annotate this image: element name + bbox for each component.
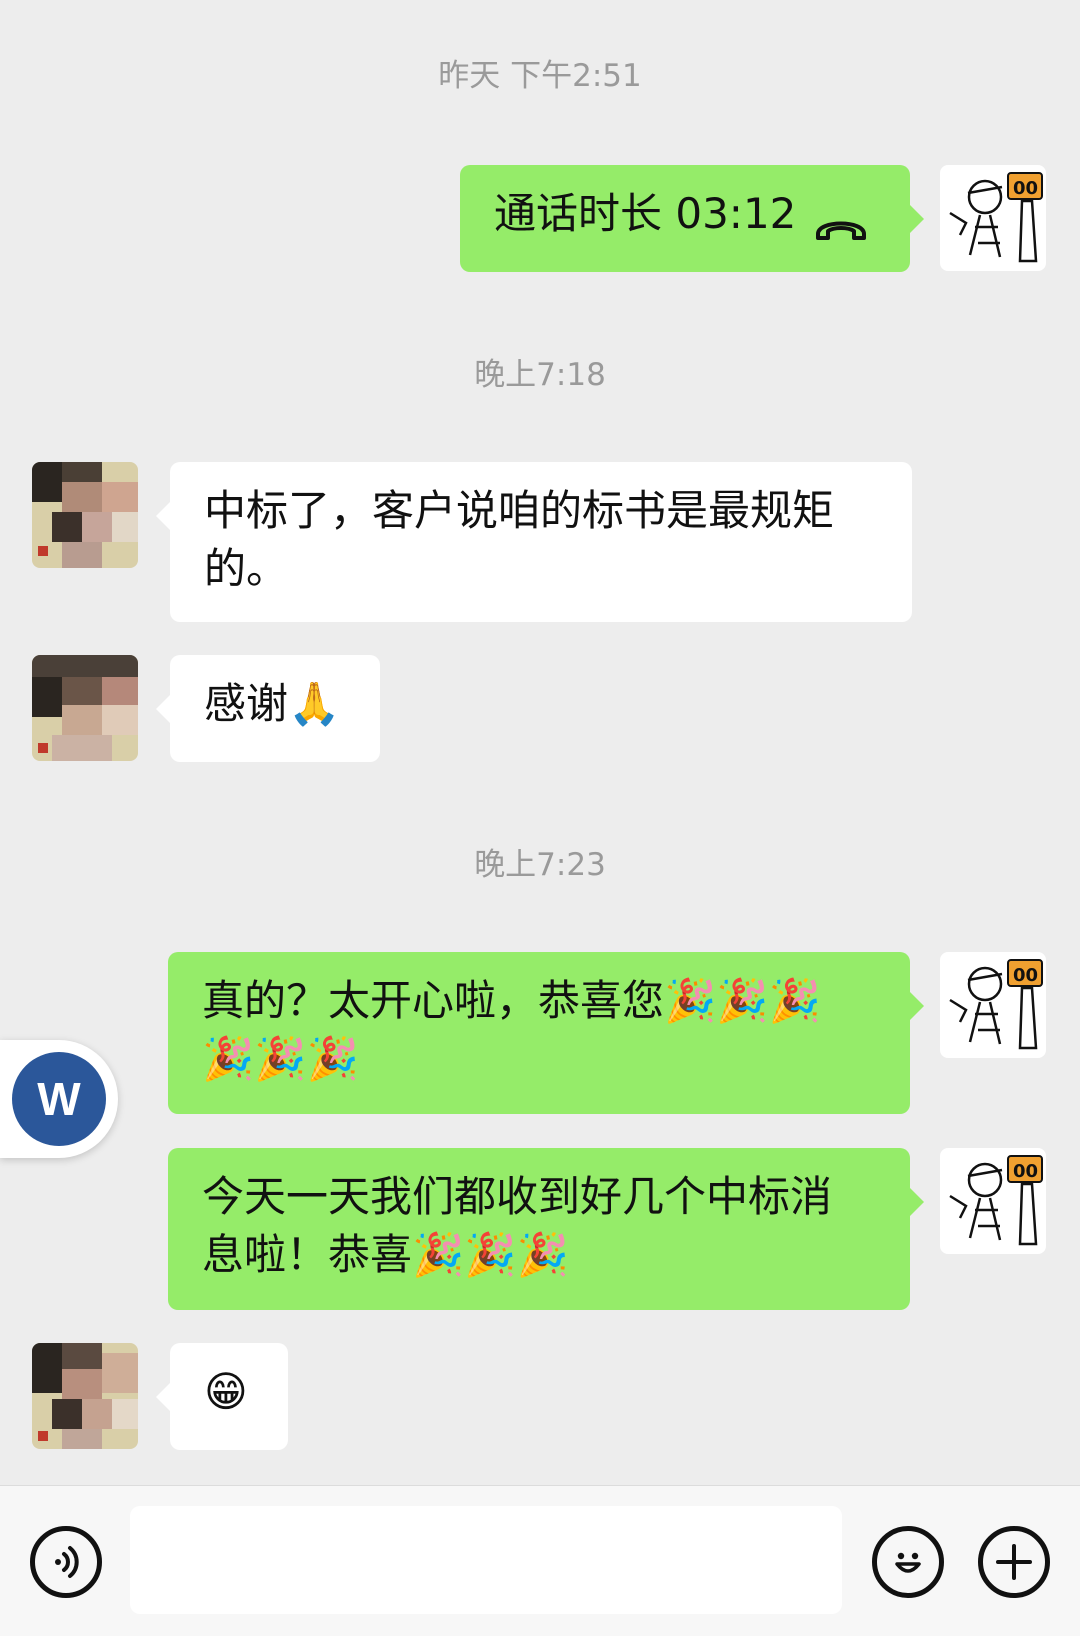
svg-text:00: 00: [1013, 178, 1038, 199]
received-message-bubble[interactable]: 感谢🙏: [156, 655, 380, 762]
chat-area[interactable]: 昨天 下午2:51 通话时长 03:12 00 晚上7:18 中标了，客户说咱的…: [0, 0, 1080, 1485]
timestamp: 昨天 下午2:51: [438, 58, 642, 94]
message-text-line: 真的？太开心啦，恭喜您🎉🎉🎉: [202, 976, 821, 1025]
input-bar: [0, 1485, 1080, 1636]
received-message-bubble[interactable]: 😁: [156, 1343, 288, 1450]
sent-message-bubble[interactable]: 今天一天我们都收到好几个中标消 息啦！恭喜🎉🎉🎉: [168, 1148, 924, 1310]
voice-icon[interactable]: [30, 1526, 102, 1598]
plus-icon[interactable]: [978, 1526, 1050, 1598]
my-avatar[interactable]: 00: [940, 1148, 1046, 1254]
timestamp: 晚上7:23: [474, 847, 606, 883]
my-avatar[interactable]: 00: [940, 165, 1046, 271]
received-message-bubble[interactable]: 中标了，客户说咱的标书是最规矩的。: [156, 462, 912, 622]
floating-app-button[interactable]: W: [0, 1040, 118, 1158]
message-input[interactable]: [130, 1506, 842, 1614]
call-duration-label: 通话时长 03:12: [494, 189, 797, 238]
emoji-smile-icon[interactable]: [872, 1526, 944, 1598]
message-text-line: 今天一天我们都收到好几个中标消: [202, 1172, 833, 1221]
grin-emoji: 😁: [204, 1367, 248, 1416]
hangup-phone-icon: [814, 199, 868, 240]
svg-text:00: 00: [1013, 1161, 1038, 1182]
svg-text:00: 00: [1013, 965, 1038, 986]
sent-message-bubble[interactable]: 真的？太开心啦，恭喜您🎉🎉🎉 🎉🎉🎉: [168, 952, 924, 1114]
message-text: 感谢: [204, 679, 289, 728]
contact-avatar[interactable]: [32, 462, 138, 568]
message-text: 中标了，客户说咱的标书是最规矩的。: [204, 486, 835, 593]
timestamp: 晚上7:18: [474, 357, 606, 393]
message-text-line: 🎉🎉🎉: [202, 1034, 359, 1083]
pray-emoji: 🙏: [288, 679, 341, 728]
message-text-line: 息啦！恭喜🎉🎉🎉: [202, 1230, 569, 1279]
contact-avatar[interactable]: [32, 655, 138, 761]
call-record-bubble[interactable]: 通话时长 03:12: [460, 165, 924, 272]
contact-avatar[interactable]: [32, 1343, 138, 1449]
my-avatar[interactable]: 00: [940, 952, 1046, 1058]
word-app-icon: W: [12, 1052, 106, 1146]
